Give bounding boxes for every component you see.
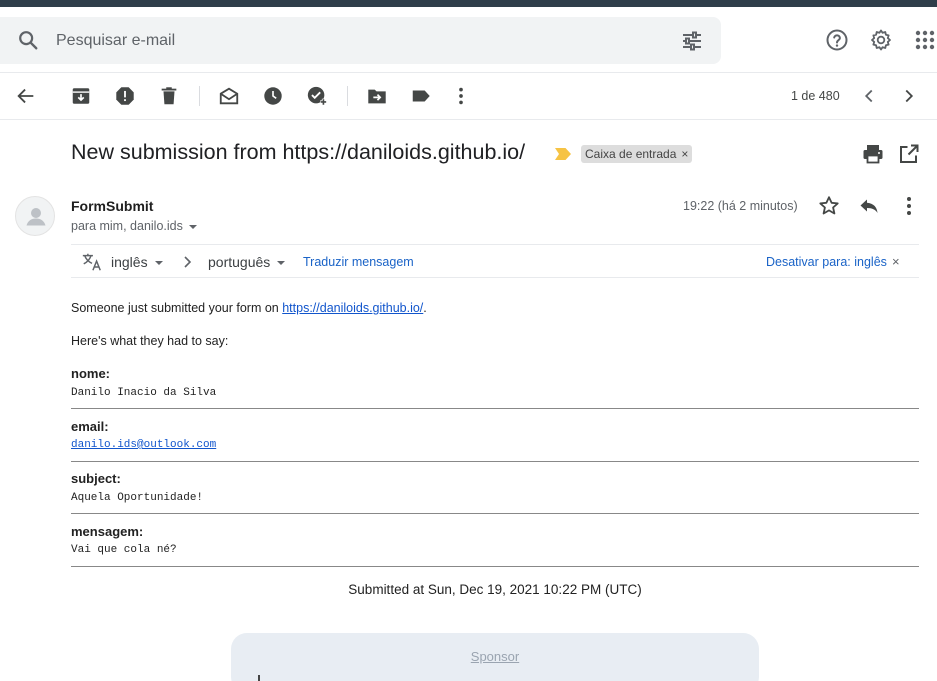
sponsor-content-mark [258,675,266,681]
chevron-right-icon[interactable] [898,85,920,107]
sender-name[interactable]: FormSubmit [71,198,153,214]
mark-unread-icon[interactable] [218,85,240,107]
remove-label-icon[interactable]: × [681,147,688,161]
lead-text: Here's what they had to say: [71,334,229,348]
search-bar[interactable] [0,17,721,64]
sponsor-link[interactable]: Sponsor [231,649,759,664]
translate-icon [82,253,101,271]
form-field-nome: nome: Danilo Inacio da Silva [71,366,919,409]
email-subject: New submission from https://daniloids.gi… [71,140,526,164]
inbox-label-chip[interactable]: Caixa de entrada × [581,145,693,163]
search-input[interactable] [56,29,616,53]
arrow-right-icon [184,256,192,268]
message-more-options-icon[interactable] [897,194,921,218]
search-options-icon[interactable] [680,29,704,53]
show-details-caret-icon[interactable] [188,224,197,229]
field-value: Vai que cola né? [71,544,177,556]
message-timestamp: 19:22 (há 2 minutos) [683,199,798,213]
back-arrow-icon[interactable] [15,85,37,107]
toolbar-divider [199,86,200,106]
archive-icon[interactable] [70,85,92,107]
reply-icon[interactable] [857,194,881,218]
field-label: email: [71,419,109,434]
importance-marker-icon[interactable] [555,148,571,160]
chevron-down-icon [277,261,286,266]
site-link[interactable]: https://daniloids.github.io/ [282,301,423,315]
help-icon[interactable] [825,28,849,52]
toolbar-divider [347,86,348,106]
more-options-icon[interactable] [450,85,472,107]
open-in-new-window-icon[interactable] [897,142,921,166]
field-value: Aquela Oportunidade! [71,492,204,504]
sender-avatar[interactable] [15,196,55,236]
field-label: nome: [71,366,110,381]
field-label: mensagem: [71,524,144,539]
window-top-strip [0,0,937,7]
label-text: Caixa de entrada [585,147,677,161]
chevron-down-icon [154,261,163,266]
intro-text: Someone just submitted your form on [71,301,283,315]
print-icon[interactable] [861,142,885,166]
disable-translation-link[interactable]: Desativar para: inglês [766,255,887,269]
source-language-label: inglês [111,254,148,270]
move-to-folder-icon[interactable] [366,85,388,107]
source-language-dropdown[interactable]: inglês [111,254,163,270]
intro-period: . [423,301,427,315]
field-value: Danilo Inacio da Silva [71,387,217,399]
submitted-timestamp: Submitted at Sun, Dec 19, 2021 10:22 PM … [348,582,642,597]
search-icon[interactable] [17,29,39,51]
target-language-label: português [208,254,271,270]
settings-gear-icon[interactable] [869,28,893,52]
person-icon [26,208,46,226]
message-toolbar: 1 de 480 [0,72,937,120]
apps-grid-icon[interactable] [913,28,937,52]
label-tag-icon[interactable] [410,85,432,107]
translate-message-link[interactable]: Traduzir mensagem [303,255,414,269]
star-icon[interactable] [817,194,841,218]
close-translate-icon[interactable]: × [892,254,900,269]
report-spam-icon[interactable] [114,85,136,107]
form-field-email: email: danilo.ids@outlook.com [71,419,919,462]
form-field-subject: subject: Aquela Oportunidade! [71,471,919,514]
snooze-clock-icon[interactable] [262,85,284,107]
field-label: subject: [71,471,121,486]
form-field-mensagem: mensagem: Vai que cola né? [71,524,919,567]
recipients-line[interactable]: para mim, danilo.ids [71,219,197,233]
pagination-count: 1 de 480 [791,89,840,103]
email-link[interactable]: danilo.ids@outlook.com [71,439,216,451]
recipients-text: para mim, danilo.ids [71,219,183,233]
delete-trash-icon[interactable] [158,85,180,107]
add-task-icon[interactable] [306,85,328,107]
chevron-left-icon[interactable] [858,85,880,107]
sponsor-card: Sponsor [231,633,759,681]
intro-paragraph: Someone just submitted your form on http… [71,301,427,315]
target-language-dropdown[interactable]: português [208,254,286,270]
translate-bar: inglês português Traduzir mensagem Desat… [71,244,919,278]
